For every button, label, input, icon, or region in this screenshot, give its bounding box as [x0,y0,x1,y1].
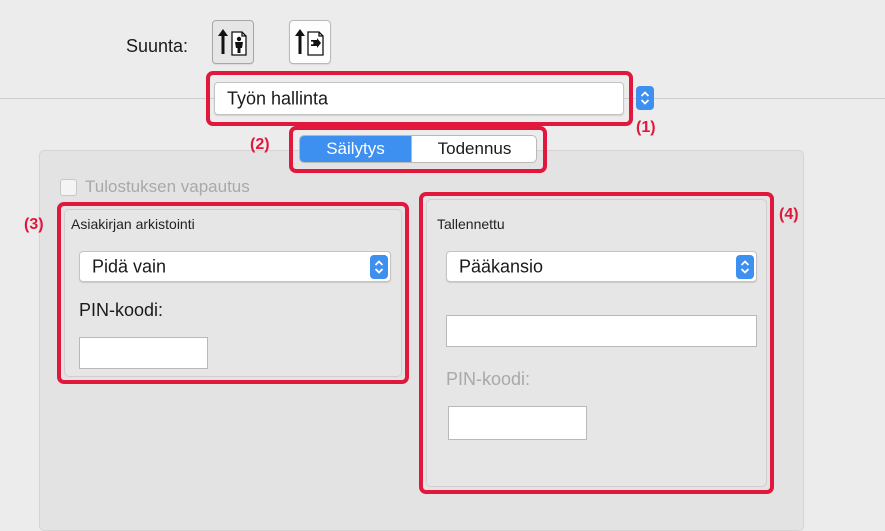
job-handling-popup[interactable]: Työn hallinta [214,82,624,115]
print-release-label: Tulostuksen vapautus [85,177,250,196]
portrait-orientation-icon [218,29,247,56]
filing-pin-label: PIN-koodi: [79,300,164,320]
tab-authentication[interactable]: Todennus [411,136,536,162]
tab-retention[interactable]: Säilytys [300,136,411,162]
stored-name-field[interactable] [446,315,757,347]
orientation-label: Suunta: [126,36,189,56]
print-release-checkbox[interactable] [60,179,77,196]
chevron-updown-icon [740,259,750,274]
callout-label-3: (3) [24,216,44,233]
filing-mode-stepper[interactable] [370,254,388,279]
filing-mode-value: Pidä vain [92,256,167,276]
chevron-updown-icon [640,91,650,105]
filing-pin-field[interactable] [79,337,208,369]
stored-pin-label: PIN-koodi: [446,369,531,389]
filing-mode-popup[interactable]: Pidä vain [79,251,391,282]
landscape-orientation-icon [295,29,324,56]
stored-title: Tallennettu [437,216,505,232]
stored-folder-popup[interactable]: Pääkansio [446,251,757,282]
portrait-orientation-button[interactable] [212,20,254,64]
landscape-orientation-button[interactable] [289,20,331,64]
document-filing-title: Asiakirjan arkistointi [71,216,195,232]
callout-label-4: (4) [779,206,799,223]
tab-segmented-control: Säilytys Todennus [299,135,537,163]
stored-folder-value: Pääkansio [459,256,544,276]
job-handling-value: Työn hallinta [227,88,329,108]
callout-label-2: (2) [250,136,270,153]
chevron-updown-icon [374,259,384,274]
stored-pin-field[interactable] [448,406,587,440]
callout-label-1: (1) [636,119,656,136]
stored-folder-stepper[interactable] [736,254,754,279]
job-handling-stepper[interactable] [636,86,654,110]
